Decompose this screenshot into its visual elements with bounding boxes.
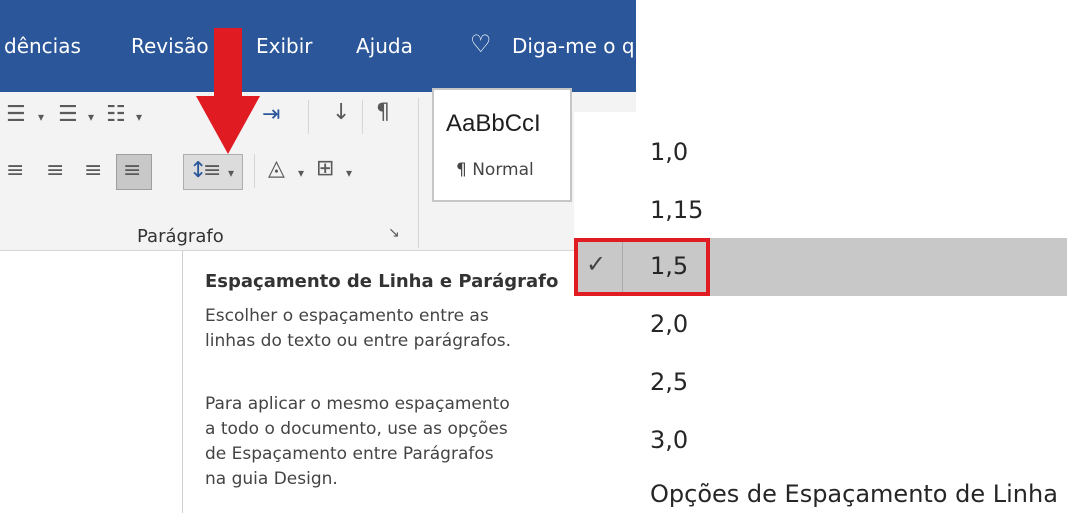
align-center-icon[interactable]: ≡ [46, 160, 64, 182]
menu-item-label: 3,0 [650, 426, 689, 454]
group-divider [418, 98, 419, 248]
tab-ajuda[interactable]: Ajuda [356, 34, 413, 58]
menu-item-2-0[interactable]: 2,0 [574, 296, 1067, 354]
menu-item-3-0[interactable]: 3,0 [574, 412, 1067, 470]
style-sample: AaBbCcI [446, 110, 541, 137]
chevron-down-icon[interactable]: ▾ [298, 166, 304, 180]
chevron-down-icon[interactable]: ▾ [38, 110, 44, 124]
line-spacing-menu: 1,0 1,15 ✓ 1,5 2,0 2,5 3,0 Opções de Esp… [574, 112, 1067, 513]
chevron-down-icon[interactable]: ▾ [136, 110, 142, 124]
justify-button[interactable]: ≡ [116, 154, 152, 190]
menu-item-1-15[interactable]: 1,15 [574, 182, 1067, 240]
borders-icon[interactable]: ⊞ [316, 158, 334, 180]
tell-me-search[interactable]: Diga-me o q [512, 34, 635, 58]
show-formatting-marks-icon[interactable]: ¶ [376, 102, 390, 124]
menu-item-2-5[interactable]: 2,5 [574, 354, 1067, 412]
style-name: ¶ Normal [456, 160, 534, 180]
tab-exibir[interactable]: Exibir [256, 34, 313, 58]
tooltip-description-line: linhas do texto ou entre parágrafos. [205, 331, 512, 351]
tooltip-detail-line: de Espaçamento entre Parágrafos [205, 444, 494, 464]
dialog-launcher-icon[interactable]: ↘ [388, 226, 400, 240]
highlight-box [574, 238, 710, 296]
tooltip-detail-line: a todo o documento, use as opções [205, 419, 508, 439]
menu-item-label: 2,0 [650, 310, 689, 338]
menu-item-1-0[interactable]: 1,0 [574, 124, 1067, 182]
align-left-icon[interactable]: ≡ [6, 160, 24, 182]
lightbulb-icon[interactable]: ♡ [470, 30, 492, 58]
divider [254, 154, 255, 188]
tooltip-detail-line: Para aplicar o mesmo espaçamento [205, 394, 510, 414]
tooltip-title: Espaçamento de Linha e Parágrafo [205, 271, 559, 292]
sort-icon[interactable]: ↓ [332, 102, 350, 124]
menu-item-label: 2,5 [650, 368, 689, 396]
red-arrow-icon [196, 28, 260, 154]
chevron-down-icon[interactable]: ▾ [346, 166, 352, 180]
justify-icon: ≡ [123, 158, 142, 183]
menu-item-label: 1,15 [650, 196, 704, 224]
ribbon-tab-bar: dências Revisão Exibir Ajuda ♡ Diga-me o… [0, 0, 636, 92]
line-spacing-button[interactable]: ↕ ≡ ▾ [183, 154, 243, 190]
chevron-down-icon[interactable]: ▾ [88, 110, 94, 124]
multilevel-list-icon[interactable]: ☷ [106, 104, 126, 126]
tooltip-detail-line: na guia Design. [205, 469, 338, 489]
style-normal[interactable]: AaBbCcI ¶ Normal [432, 88, 572, 202]
menu-item-line-spacing-options[interactable]: Opções de Espaçamento de Linha [574, 474, 1067, 513]
numbering-icon[interactable]: ☰ [58, 104, 78, 126]
tooltip-description-line: Escolher o espaçamento entre as [205, 306, 489, 326]
bullets-icon[interactable]: ☰ [6, 104, 26, 126]
divider [308, 100, 309, 134]
menu-item-label: 1,0 [650, 138, 689, 166]
chevron-down-icon: ▾ [228, 166, 235, 180]
align-right-icon[interactable]: ≡ [84, 160, 102, 182]
lines-icon: ≡ [203, 158, 222, 183]
tooltip: Espaçamento de Linha e Parágrafo Escolhe… [182, 251, 577, 513]
tab-referencias[interactable]: dências [4, 34, 81, 58]
shading-icon[interactable]: ◬ [268, 158, 285, 180]
divider [362, 100, 363, 134]
increase-indent-icon[interactable]: ⇥ [262, 104, 280, 126]
group-label-paragrafo: Parágrafo [137, 226, 224, 247]
menu-item-label: Opções de Espaçamento de Linha [650, 480, 1058, 508]
